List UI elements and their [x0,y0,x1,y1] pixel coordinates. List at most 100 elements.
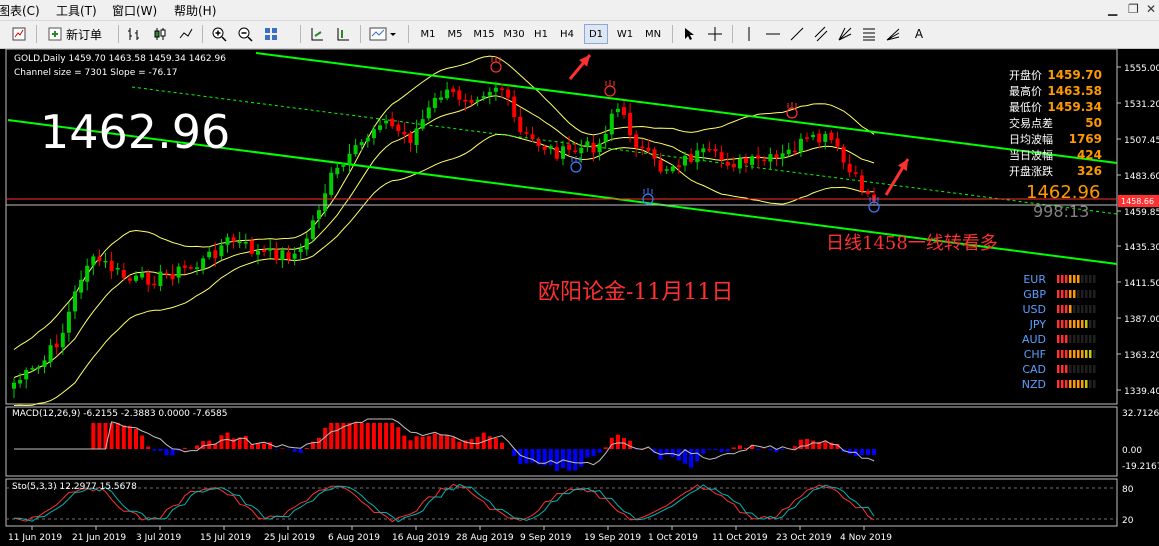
timeframe-d1[interactable]: D1 [584,24,608,44]
strength-bar [1077,305,1080,313]
info-label: 开盘涨跌 [1009,164,1053,178]
candle-body [164,272,169,275]
timeframe-m5[interactable]: M5 [443,24,467,44]
price-tick-label: 1339.40 [1124,387,1159,397]
candle-body [54,343,59,348]
macd-bar [329,423,334,449]
candle-body [573,150,578,153]
strength-bar [1093,380,1096,388]
candle-body [579,147,584,154]
horizontal-line-icon[interactable] [762,24,784,44]
strength-bar [1093,365,1096,373]
auto-scroll-icon[interactable] [306,24,328,44]
indicators-dropdown-icon[interactable] [366,24,400,44]
macd-bar [567,449,572,471]
macd-bar [561,449,565,469]
bar-chart-icon[interactable] [123,24,145,44]
macd-bar [121,425,126,449]
candle-body [384,120,389,124]
crosshair-icon[interactable] [704,24,726,44]
macd-bar [262,443,267,449]
strength-bar [1081,290,1084,298]
timeframe-mn[interactable]: MN [640,24,666,44]
date-label: 15 Jul 2019 [200,533,251,543]
candle-body [481,96,486,99]
menu-chart[interactable]: 图表(C) [0,2,40,19]
strength-bar [1069,290,1072,298]
strength-bar [1065,380,1068,388]
line-chart-icon[interactable] [175,24,197,44]
price-tick-label: 1531.20 [1124,100,1159,110]
price-tick-label: 1411.50 [1124,279,1159,289]
menu-tools[interactable]: 工具(T) [56,2,97,19]
macd-bar [500,442,504,449]
candle-body [756,155,761,159]
macd-bar [597,449,602,453]
channel-icon[interactable] [810,24,832,44]
new-order-button[interactable]: 新订单 [42,24,122,44]
candle-body [811,134,816,138]
chart-properties-icon[interactable] [8,24,30,44]
macd-bar [219,435,224,449]
price-tick-label: 1555.00 [1124,64,1159,74]
strength-bar [1077,275,1080,283]
text-tool-icon[interactable]: A [908,24,930,44]
candle-body [66,311,71,333]
macd-bar [524,449,529,464]
timeframe-h4[interactable]: H4 [556,24,578,44]
macd-bar [573,449,578,471]
menu-help[interactable]: 帮助(H) [174,2,216,19]
macd-bar [97,423,102,449]
strength-bar [1065,290,1068,298]
candlestick-icon[interactable] [149,24,171,44]
chart-window[interactable]: 1555.00 1531.20 1507.45 1483.60 1459.85 1435.… [0,49,1159,546]
macd-bar [420,436,425,449]
close-icon[interactable]: ✕ [1146,2,1156,16]
fibonacci-icon[interactable] [858,24,880,44]
vertical-line-icon[interactable] [738,24,760,44]
candle-body [695,150,700,163]
timeframe-m15[interactable]: M15 [470,24,498,44]
candle-body [658,160,663,172]
strength-bar [1065,305,1068,313]
candle-body [121,269,126,278]
strength-bar [1077,320,1080,328]
candle-body [622,107,626,115]
trendline-icon[interactable] [786,24,808,44]
restore-icon[interactable]: ❐ [1128,2,1139,16]
strength-bar [1057,290,1060,298]
info-label: 开盘价 [1009,68,1042,82]
candle-body [371,129,376,139]
macd-axis-label: 32.7126 [1122,409,1159,419]
chart-shift-icon[interactable] [332,24,354,44]
candle-body [152,283,157,286]
fibonacci-fan-icon[interactable] [882,24,904,44]
candle-body [640,146,645,149]
strength-bar [1085,320,1088,328]
price-chart[interactable]: 1555.00 1531.20 1507.45 1483.60 1459.85 1435.… [0,49,1159,546]
timeframe-m30[interactable]: M30 [500,24,528,44]
strength-bar [1089,320,1092,328]
macd-bar [115,423,120,449]
zoom-out-icon[interactable] [234,24,256,44]
timeframe-m1[interactable]: M1 [416,24,440,44]
minimize-icon[interactable]: ▁ [1108,2,1117,16]
candle-body [85,265,90,282]
candle-body [298,248,303,253]
candle-body [524,132,529,134]
candle-body [609,113,614,135]
macd-bar [451,437,456,449]
timeframe-w1[interactable]: W1 [613,24,637,44]
macd-bar [670,449,675,458]
toolbar: 新订单 M1 M5 M15 M30 H1 H4 D1 W1 MN A [0,21,1159,49]
zoom-in-icon[interactable] [208,24,230,44]
candle-body [536,139,541,146]
strength-bar [1081,365,1084,373]
candle-body [817,133,822,143]
timeframe-h1[interactable]: H1 [530,24,552,44]
gann-icon[interactable] [834,24,856,44]
tile-windows-icon[interactable] [260,24,282,44]
menu-window[interactable]: 窗口(W) [112,2,157,19]
cursor-icon[interactable] [678,24,700,44]
strength-bar [1057,305,1060,313]
